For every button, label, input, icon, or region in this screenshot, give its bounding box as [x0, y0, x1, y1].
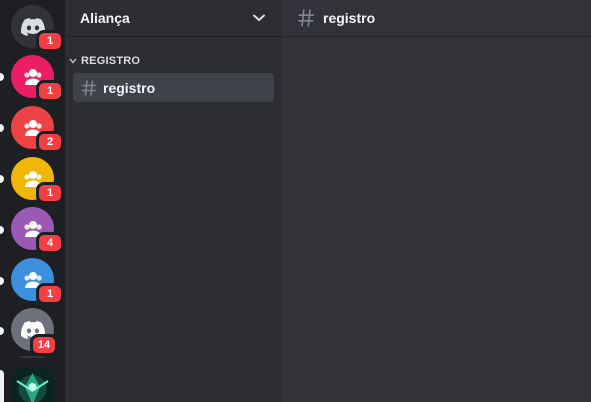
notification-badge: 1 — [36, 80, 64, 102]
server-artwork — [11, 367, 54, 402]
hashtag-icon — [81, 79, 97, 96]
category-name: REGISTRO — [81, 55, 141, 67]
unread-indicator — [0, 277, 4, 285]
server-rail: 1 1 2 1 4 1 14 — [0, 0, 65, 402]
guild-name: Aliança — [80, 10, 130, 26]
chevron-down-icon — [69, 58, 77, 64]
unread-indicator — [0, 226, 4, 234]
chat-area: registro — [281, 0, 591, 402]
notification-badge: 4 — [36, 232, 64, 254]
server-divider — [20, 356, 44, 358]
channel-registro[interactable]: registro — [73, 73, 274, 102]
unread-indicator — [0, 327, 4, 335]
channel-title: registro — [323, 10, 376, 26]
notification-badge: 14 — [30, 334, 58, 356]
unread-indicator — [0, 175, 4, 183]
unread-indicator — [0, 124, 4, 132]
chevron-down-icon — [253, 14, 265, 22]
notification-badge: 1 — [36, 283, 64, 305]
category-registro[interactable]: REGISTRO — [69, 55, 140, 67]
notification-badge: 1 — [36, 182, 64, 204]
selected-indicator — [0, 370, 4, 402]
guild-header[interactable]: Aliança — [65, 0, 281, 37]
unread-indicator — [0, 73, 4, 81]
channel-sidebar: Aliança REGISTRO registro — [65, 0, 281, 402]
selected-server-icon[interactable] — [11, 367, 54, 402]
hashtag-icon — [297, 9, 315, 27]
notification-badge: 2 — [36, 131, 64, 153]
channel-name: registro — [103, 79, 156, 96]
channel-topbar: registro — [281, 0, 591, 37]
notification-badge: 1 — [36, 30, 64, 52]
